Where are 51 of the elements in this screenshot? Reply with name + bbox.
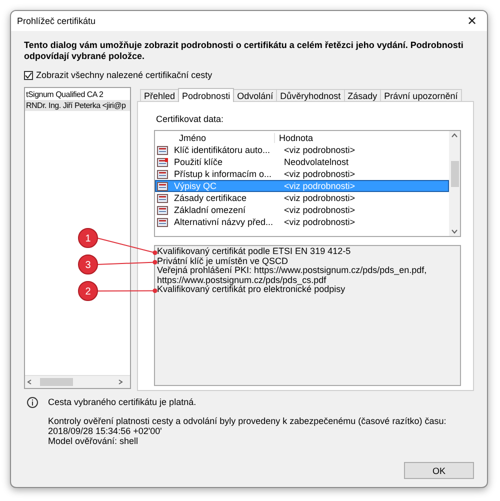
status-detail: Kontroly ověření platnosti cesty a odvolání byly provedeny k zabezpečenému (časové razítko) času: [48,416,446,426]
tab[interactable]: Právní upozornění [380,89,462,101]
value-line: Veřejná prohlášení PKI: https://www.postsignum.cz/pds/pds_en.pdf, [157,266,428,276]
scroll-down-icon[interactable] [451,229,458,234]
leader-line [96,260,158,265]
callout-badge: 3 [78,254,98,274]
tab[interactable]: Odvolání [233,89,278,101]
leader-line [96,238,158,256]
status-detail: 2018/09/28 15:34:56 +02'00' [48,426,163,436]
field-row[interactable]: Alternativní názvy před... <viz podrobnosti> [155,216,449,228]
tab[interactable]: Přehled [140,89,180,101]
status-detail: Model ověřování: shell [48,436,140,446]
close-button[interactable]: ✕ [464,14,479,28]
section-label: Certifikovat data: [156,114,225,124]
value-line: Privátní klíč je umístěn ve QSCD [157,256,290,266]
certificate-icon [157,206,168,214]
status-message: Cesta vybraného certifikátu je platná. [48,397,198,407]
value-line: Kvalifikovaný certifikát pro elektronické podpisy [157,285,346,294]
callout-badge: 2 [78,281,98,301]
field-row[interactable]: Základní omezení <viz podrobnosti> [155,204,449,216]
certificate-icon [157,218,168,226]
tab[interactable]: Podrobnosti [178,88,234,102]
horizontal-scrollbar[interactable] [25,375,130,388]
field-row[interactable]: Zásady certifikace <viz podrobnosti> [155,192,449,204]
tab[interactable]: Důvěryhodnost [276,89,345,101]
field-row[interactable]: Použití klíče Neodvolatelnost [155,156,449,168]
ok-button[interactable]: OK [404,462,474,479]
window-title: Prohlížeč certifikátu [17,16,96,26]
info-icon [27,397,38,408]
field-row[interactable]: Klíč identifikátoru auto... <viz podrobnosti> [155,144,449,156]
tree-item[interactable]: tSignum Qualified CA 2 [25,89,130,100]
tab[interactable]: Zásady [344,89,382,101]
scroll-thumb[interactable] [450,160,458,186]
checkbox-label[interactable]: Zobrazit všechny nalezené certifikační cesty [36,70,212,80]
column-header[interactable]: Hodnota [275,132,314,142]
value-line: Kvalifikovaný certifikát podle ETSI EN 319 412-5 [157,247,352,256]
certificate-icon [157,182,168,190]
certificate-warning-icon [157,158,168,166]
intro-text: Tento dialog vám umožňuje zobrazit podrobnosti o certifikátu a celém řetězci jeho vydání. Podrobnosti odpovídají vybrané položce. [24,40,464,62]
leader-line [96,288,158,294]
scroll-up-icon[interactable] [451,133,458,138]
certificate-icon [157,170,168,178]
field-row[interactable]: Přístup k informacím o... <viz podrobnosti> [155,168,449,180]
callout-badge: 1 [78,228,98,248]
certificate-icon [157,146,168,154]
checkbox[interactable] [24,70,33,80]
value-line: https://www.postsignum.cz/pds/pds_cs.pdf [157,276,326,285]
tree-item[interactable]: RNDr. Ing. Jiří Peterka <jiri@p [25,100,130,111]
certificate-icon [157,194,168,202]
column-header[interactable]: Jméno [175,132,275,142]
vertical-scrollbar[interactable] [449,131,460,236]
